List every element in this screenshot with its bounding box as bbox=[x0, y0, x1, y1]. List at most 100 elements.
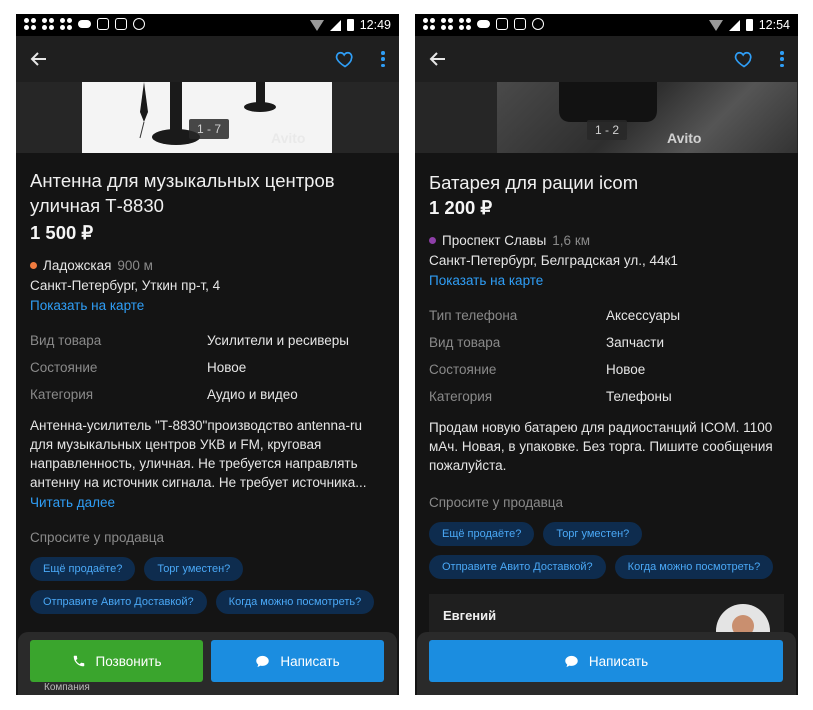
metro-name: Проспект Славы bbox=[442, 233, 547, 248]
back-arrow-icon[interactable] bbox=[30, 50, 48, 68]
photo-gallery[interactable]: 1 - 2 Avito bbox=[415, 82, 798, 153]
call-button-label: Позвонить bbox=[95, 653, 162, 669]
write-button-label: Написать bbox=[588, 653, 649, 669]
battery-icon bbox=[745, 19, 753, 31]
instagram-icon bbox=[496, 18, 508, 30]
ask-seller-title: Спросите у продавца bbox=[30, 530, 164, 545]
param-row: Вид товара Усилители и ресиверы bbox=[30, 327, 385, 354]
avito-watermark: Avito bbox=[271, 130, 306, 146]
description: Антенна-усилитель "Т-8830"производство a… bbox=[30, 418, 367, 490]
question-chip[interactable]: Когда можно посмотреть? bbox=[614, 555, 774, 579]
listing-content: Антенна для музыкальных центров уличная … bbox=[30, 168, 385, 614]
param-row: Вид товара Запчасти bbox=[429, 329, 784, 356]
apps-icon bbox=[24, 18, 36, 30]
param-value: Новое bbox=[207, 360, 247, 375]
show-on-map-link[interactable]: Показать на карте bbox=[30, 298, 385, 313]
toolbar bbox=[16, 36, 399, 82]
chat-bubble-icon bbox=[565, 655, 578, 667]
bot-icon bbox=[115, 18, 127, 30]
param-value: Телефоны bbox=[606, 389, 672, 404]
param-row: Категория Телефоны bbox=[429, 383, 784, 410]
param-key: Тип телефона bbox=[429, 308, 518, 323]
question-chip[interactable]: Торг уместен? bbox=[543, 522, 643, 546]
address: Санкт-Петербург, Уткин пр-т, 4 bbox=[30, 278, 221, 293]
param-key: Состояние bbox=[429, 362, 497, 377]
write-button-label: Написать bbox=[280, 653, 340, 669]
call-button[interactable]: Позвонить bbox=[30, 640, 203, 682]
metro-station: Ладожская 900 м bbox=[30, 258, 385, 273]
shazam-icon bbox=[532, 18, 544, 30]
company-label: Компания bbox=[44, 682, 90, 693]
photo-counter: 1 - 2 bbox=[587, 120, 628, 140]
signal-icon bbox=[329, 19, 341, 31]
param-key: Вид товара bbox=[30, 333, 102, 348]
listing-content: Батарея для рации icom 1 200 ₽ Проспект … bbox=[429, 170, 784, 579]
seller-name: Евгений bbox=[443, 608, 497, 623]
status-bar: 12:54 bbox=[415, 14, 798, 36]
param-value: Аксессуары bbox=[606, 308, 681, 323]
param-key: Категория bbox=[30, 387, 94, 402]
more-options-icon[interactable] bbox=[780, 51, 784, 67]
read-more-link[interactable]: Читать далее bbox=[30, 495, 385, 510]
show-on-map-link[interactable]: Показать на карте bbox=[429, 273, 784, 288]
quick-questions: Ещё продаёте? Торг уместен? Отправите Ав… bbox=[30, 557, 385, 614]
metro-station: Проспект Славы 1,6 км bbox=[429, 233, 784, 248]
phone-icon bbox=[73, 655, 84, 667]
instagram-icon bbox=[97, 18, 109, 30]
param-key: Вид товара bbox=[429, 335, 501, 350]
apps-icon bbox=[459, 18, 471, 30]
param-value: Новое bbox=[606, 362, 646, 377]
phone-screen-right: 12:54 1 - 2 Avito Батарея для рации icom… bbox=[415, 14, 798, 695]
param-row: Тип телефона Аксессуары bbox=[429, 302, 784, 329]
quick-questions: Ещё продаёте? Торг уместен? Отправите Ав… bbox=[429, 522, 784, 579]
param-key: Состояние bbox=[30, 360, 98, 375]
wifi-icon bbox=[708, 19, 723, 31]
favorite-heart-icon[interactable] bbox=[734, 49, 754, 69]
param-key: Категория bbox=[429, 389, 493, 404]
question-chip[interactable]: Отправите Авито Доставкой? bbox=[30, 590, 207, 614]
action-bar: Написать bbox=[417, 632, 796, 695]
action-bar: Позвонить Написать Компания bbox=[18, 632, 397, 695]
metro-distance: 1,6 км bbox=[552, 233, 591, 248]
status-clock: 12:49 bbox=[359, 18, 391, 32]
metro-distance: 900 м bbox=[117, 258, 153, 273]
status-bar: 12:49 bbox=[16, 14, 399, 36]
chat-bubble-icon bbox=[256, 655, 270, 667]
cloud-icon bbox=[78, 20, 91, 28]
ask-seller-title: Спросите у продавца bbox=[429, 495, 563, 510]
photo-gallery[interactable]: 1 - 7 Avito bbox=[16, 82, 399, 153]
listing-title: Антенна для музыкальных центров уличная … bbox=[30, 170, 335, 216]
cloud-icon bbox=[477, 20, 490, 28]
metro-name: Ладожская bbox=[43, 258, 112, 273]
listing-price: 1 200 ₽ bbox=[429, 197, 493, 218]
wifi-icon bbox=[309, 19, 324, 31]
question-chip[interactable]: Торг уместен? bbox=[144, 557, 244, 581]
status-clock: 12:54 bbox=[758, 18, 790, 32]
apps-icon bbox=[441, 18, 453, 30]
favorite-heart-icon[interactable] bbox=[335, 49, 355, 69]
question-chip[interactable]: Отправите Авито Доставкой? bbox=[429, 555, 606, 579]
apps-icon bbox=[60, 18, 72, 30]
params-table: Тип телефона Аксессуары Вид товара Запча… bbox=[429, 302, 784, 410]
question-chip[interactable]: Ещё продаёте? bbox=[429, 522, 535, 546]
write-button[interactable]: Написать bbox=[429, 640, 783, 682]
back-arrow-icon[interactable] bbox=[429, 50, 447, 68]
params-table: Вид товара Усилители и ресиверы Состояни… bbox=[30, 327, 385, 408]
product-photo bbox=[559, 82, 657, 122]
question-chip[interactable]: Когда можно посмотреть? bbox=[215, 590, 375, 614]
battery-icon bbox=[346, 19, 354, 31]
listing-title: Батарея для рации icom bbox=[429, 172, 639, 193]
param-row: Состояние Новое bbox=[429, 356, 784, 383]
metro-line-icon bbox=[429, 237, 436, 244]
avito-watermark: Avito bbox=[667, 130, 702, 146]
more-options-icon[interactable] bbox=[381, 51, 385, 67]
description: Продам новую батарею для радиостанций IC… bbox=[429, 420, 773, 473]
param-value: Усилители и ресиверы bbox=[207, 333, 349, 348]
phone-screen-left: 12:49 1 - 7 Avito Антенна для музыкальны… bbox=[16, 14, 399, 695]
signal-icon bbox=[728, 19, 740, 31]
write-button[interactable]: Написать bbox=[211, 640, 384, 682]
question-chip[interactable]: Ещё продаёте? bbox=[30, 557, 136, 581]
shazam-icon bbox=[133, 18, 145, 30]
metro-line-icon bbox=[30, 262, 37, 269]
apps-icon bbox=[423, 18, 435, 30]
